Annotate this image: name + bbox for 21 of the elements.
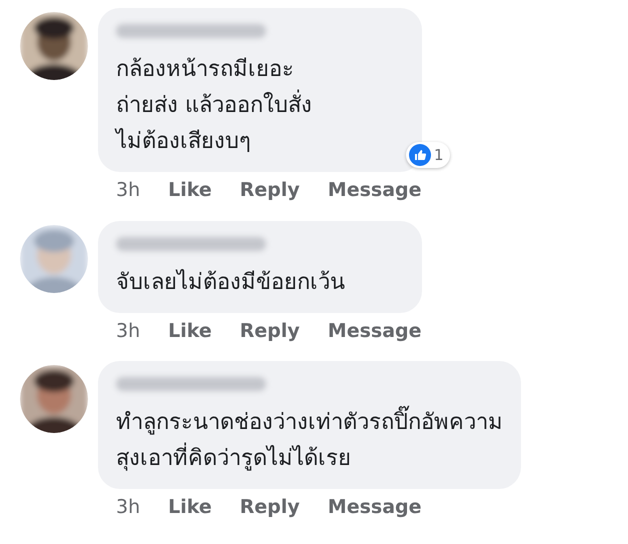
action-link[interactable]: Message xyxy=(328,493,422,522)
comment-time: 3h xyxy=(116,495,140,520)
reaction-badge[interactable]: 1 xyxy=(406,142,450,168)
action-link[interactable]: Message xyxy=(328,176,422,204)
comment-time: 3h xyxy=(116,178,140,203)
action-link[interactable]: Reply xyxy=(240,493,300,522)
comment-text: กล้องหน้ารถมีเยอะ xyxy=(116,56,295,84)
action-link[interactable]: Like xyxy=(168,493,212,522)
comment-time: 3h xyxy=(116,318,140,344)
comment-text: ทำลูกระนาดช่องว่างเท่าตัวรถปิ๊กอัพความ xyxy=(116,405,503,441)
action-link[interactable]: Reply xyxy=(240,176,300,204)
comment-text: ถ่ายส่ง แล้วออกใบสั่ง xyxy=(116,88,404,124)
comment-text: ไม่ต้องเสียงบๆ xyxy=(116,127,252,156)
action-link[interactable]: Message xyxy=(328,316,422,345)
comment-text: จับเลยไม่ต้องมีข้อยกเว้น xyxy=(116,268,346,296)
reaction-count: 1 xyxy=(434,144,445,166)
action-link[interactable]: Reply xyxy=(240,316,300,345)
action-link[interactable]: Like xyxy=(168,316,212,345)
comment-text: สุงเอาที่คิดว่ารูดไม่ได้เรย xyxy=(116,441,503,477)
action-link[interactable]: Like xyxy=(168,176,212,204)
thumbs-up-icon xyxy=(408,144,431,166)
